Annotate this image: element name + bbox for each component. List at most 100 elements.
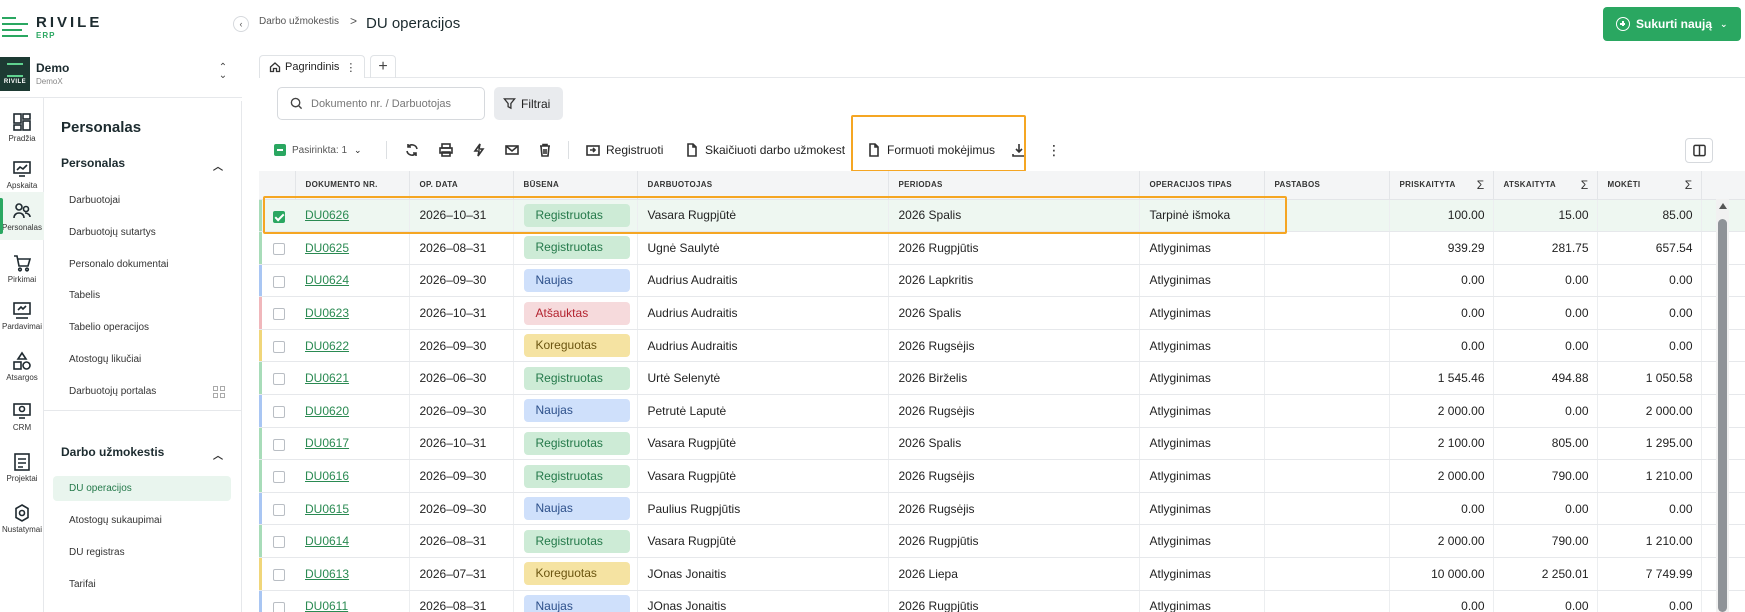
scroll-up-icon[interactable] — [1719, 203, 1727, 209]
menu-item-tabelio-operacijos[interactable]: Tabelio operacijos — [53, 315, 231, 340]
vertical-scrollbar[interactable] — [1716, 199, 1729, 612]
delete-button[interactable] — [538, 133, 552, 167]
row-checkbox[interactable] — [273, 503, 285, 516]
doc-number-link[interactable]: DU0611 — [305, 599, 348, 612]
table-row[interactable]: DU0622 2026–09–30 Koreguotas Audrius Audrai… — [259, 329, 1745, 363]
create-new-button[interactable]: Sukurti naują ⌄ — [1603, 7, 1741, 41]
breadcrumb[interactable]: Darbo užmokestis — [259, 16, 339, 27]
column-header-moketi[interactable]: MOKĖTI Σ — [1597, 171, 1702, 200]
rail-item-apskaita[interactable]: Apskaita — [0, 150, 44, 198]
row-select-cell[interactable] — [259, 492, 295, 526]
table-row[interactable]: DU0625 2026–08–31 Registruotas Ugnė Saulytė… — [259, 231, 1745, 265]
column-header[interactable]: OP. DATA — [409, 171, 514, 200]
column-header[interactable]: BŪSENA — [513, 171, 638, 200]
company-switcher[interactable]: RIVILE Demo DemoX ⌃ ⌄ — [0, 52, 242, 98]
table-row[interactable]: DU0615 2026–09–30 Naujas Paulius Rugpjūtis 2… — [259, 492, 1745, 526]
menu-item-atostogu-sukaupimai[interactable]: Atostogų sukaupimai — [53, 508, 231, 533]
doc-number-link[interactable]: DU0624 — [305, 273, 349, 287]
column-header[interactable]: PERIODAS — [888, 171, 1140, 200]
row-select-cell[interactable] — [259, 427, 295, 461]
row-checkbox[interactable] — [273, 601, 285, 612]
row-select-cell[interactable] — [259, 199, 295, 233]
table-row[interactable]: DU0626 2026–10–31 Registruotas Vasara Rugpj… — [259, 199, 1745, 233]
column-header[interactable]: DARBUOTOJAS — [637, 171, 889, 200]
row-checkbox[interactable] — [273, 340, 285, 353]
doc-number-link[interactable]: DU0625 — [305, 241, 349, 255]
add-tab-button[interactable]: + — [370, 55, 396, 78]
scrollbar-thumb[interactable] — [1718, 219, 1727, 612]
menu-icon[interactable] — [0, 14, 30, 37]
doc-number-link[interactable]: DU0621 — [305, 371, 349, 385]
collapse-sidebar-button[interactable]: ‹ — [233, 16, 249, 32]
menu-item-darbuotojai[interactable]: Darbuotojai — [53, 188, 231, 213]
rail-item-pardavimai[interactable]: Pardavimai — [0, 291, 44, 339]
section-personalas[interactable]: Personalas ︿ — [61, 156, 231, 176]
row-select-cell[interactable] — [259, 361, 295, 396]
menu-item-darbuotoju-portalas[interactable]: Darbuotojų portalas — [53, 379, 231, 404]
sigma-icon[interactable]: Σ — [1581, 178, 1589, 192]
row-select-cell[interactable] — [259, 557, 295, 591]
search-box[interactable] — [277, 87, 485, 120]
column-header-priskaityta[interactable]: PRISKAITYTA Σ — [1389, 171, 1494, 200]
rail-item-crm[interactable]: CRM — [0, 392, 44, 440]
row-checkbox[interactable] — [273, 406, 285, 419]
table-row[interactable]: DU0611 2026–08–31 Naujas JOnas Jonaitis 2026… — [259, 590, 1745, 612]
row-select-cell[interactable] — [259, 590, 295, 612]
column-header-atskaityta[interactable]: ATSKAITYTA Σ — [1493, 171, 1598, 200]
selection-dropdown[interactable]: Pasirinkta: 1 ⌄ — [274, 133, 362, 167]
menu-item-tabelis[interactable]: Tabelis — [53, 283, 231, 308]
row-checkbox[interactable] — [273, 438, 285, 451]
register-button[interactable]: Registruoti — [586, 133, 663, 167]
section-darbo-uzmokestis[interactable]: Darbo užmokestis ︿ — [61, 445, 231, 465]
menu-item-atostogu-likuciai[interactable]: Atostogų likučiai — [53, 347, 231, 372]
select-all-checkbox[interactable] — [274, 144, 286, 156]
row-checkbox[interactable] — [273, 210, 285, 223]
table-row[interactable]: DU0617 2026–10–31 Registruotas Vasara Rugpj… — [259, 427, 1745, 461]
more-vertical-icon[interactable]: ⋮ — [1047, 133, 1061, 167]
table-row[interactable]: DU0624 2026–09–30 Naujas Audrius Audraitis 2… — [259, 264, 1745, 298]
rail-item-atsargos[interactable]: Atsargos — [0, 342, 44, 390]
row-checkbox[interactable] — [273, 243, 285, 256]
rail-item-nustatymai[interactable]: Nustatymai — [0, 494, 44, 542]
doc-number-link[interactable]: DU0614 — [305, 534, 349, 548]
menu-item-darbuotoju-sutartys[interactable]: Darbuotojų sutartys — [53, 220, 231, 245]
menu-item-personalo-dokumentai[interactable]: Personalo dokumentai — [53, 252, 231, 277]
row-select-cell[interactable] — [259, 231, 295, 265]
table-row[interactable]: DU0620 2026–09–30 Naujas Petrutė Laputė 2026… — [259, 394, 1745, 428]
row-select-cell[interactable] — [259, 459, 295, 493]
row-checkbox[interactable] — [273, 373, 285, 386]
table-row[interactable]: DU0613 2026–07–31 Koreguotas JOnas Jonaitis… — [259, 557, 1745, 591]
row-checkbox[interactable] — [273, 308, 285, 321]
doc-number-link[interactable]: DU0622 — [305, 339, 349, 353]
table-row[interactable]: DU0621 2026–06–30 Registruotas Urtė Selenyt… — [259, 361, 1745, 396]
email-button[interactable] — [505, 133, 519, 167]
panel-toggle-button[interactable] — [1685, 138, 1713, 163]
rail-item-pradzia[interactable]: Pradžia — [0, 103, 44, 151]
calculate-salary-button[interactable]: Skaičiuoti darbo užmokestį — [685, 133, 845, 167]
row-checkbox[interactable] — [273, 536, 285, 549]
doc-number-link[interactable]: DU0626 — [305, 208, 349, 222]
menu-item-du-registras[interactable]: DU registras — [53, 540, 231, 565]
tab-pagrindinis[interactable]: Pagrindinis ⋮ — [259, 55, 365, 78]
row-select-cell[interactable] — [259, 264, 295, 298]
search-input[interactable] — [311, 97, 481, 110]
doc-number-link[interactable]: DU0620 — [305, 404, 349, 418]
doc-number-link[interactable]: DU0617 — [305, 436, 349, 450]
print-button[interactable] — [439, 133, 453, 167]
doc-number-link[interactable]: DU0615 — [305, 502, 349, 516]
column-header[interactable]: PASTABOS — [1264, 171, 1390, 200]
sigma-icon[interactable]: Σ — [1477, 178, 1485, 192]
row-checkbox[interactable] — [273, 471, 285, 484]
more-vertical-icon[interactable]: ⋮ — [345, 61, 356, 74]
sigma-icon[interactable]: Σ — [1685, 178, 1693, 192]
filters-button[interactable]: Filtrai — [494, 87, 563, 120]
rail-item-projektai[interactable]: Projektai — [0, 443, 44, 491]
row-select-cell[interactable] — [259, 296, 295, 330]
generate-payments-button[interactable]: Formuoti mokėjimus — [867, 133, 995, 167]
table-row[interactable]: DU0614 2026–08–31 Registruotas Vasara Rugpj… — [259, 524, 1745, 559]
row-checkbox[interactable] — [273, 275, 285, 288]
column-header[interactable]: OPERACIJOS TIPAS — [1139, 171, 1265, 200]
row-select-cell[interactable] — [259, 329, 295, 363]
doc-number-link[interactable]: DU0613 — [305, 567, 349, 581]
rail-item-pirkimai[interactable]: Pirkimai — [0, 244, 44, 292]
